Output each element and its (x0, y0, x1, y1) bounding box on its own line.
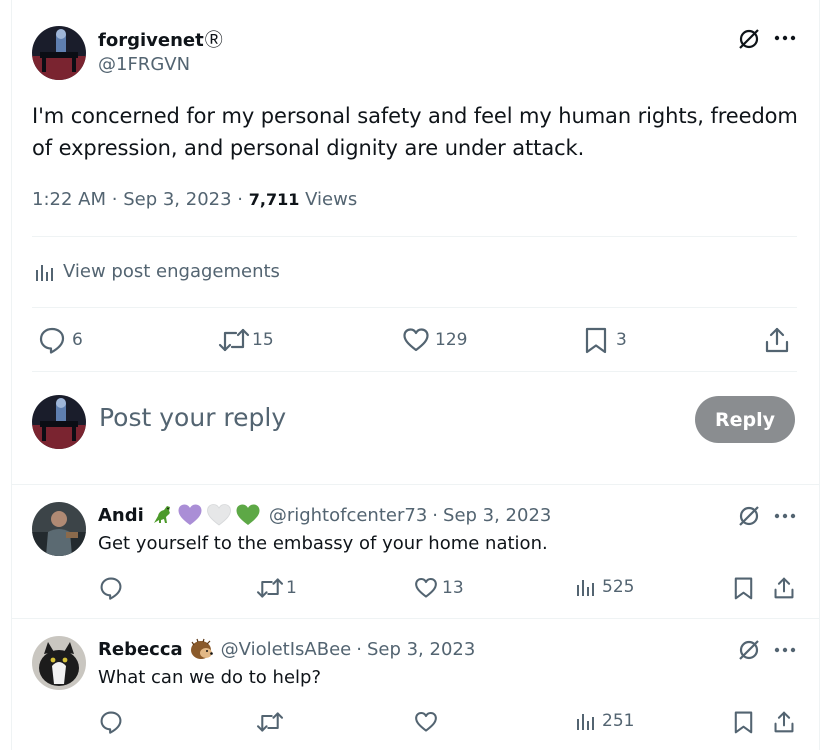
reply-button[interactable] (99, 710, 123, 734)
analytics-icon (575, 577, 595, 597)
more-icon[interactable] (774, 34, 796, 42)
more-icon[interactable] (774, 646, 796, 654)
views-label: Views (305, 189, 358, 210)
post-meta: 1:22 AM · Sep 3, 2023 · 7,711 Views (32, 189, 358, 210)
analytics-button[interactable]: 251 (575, 711, 634, 731)
reply-icon (99, 576, 123, 600)
grok-icon[interactable] (737, 504, 761, 528)
reply-input[interactable]: Post your reply (99, 403, 286, 432)
reply-author-handle[interactable]: @rightofcenter73 (269, 505, 427, 526)
bookmark-icon[interactable] (733, 576, 754, 600)
divider (11, 618, 819, 619)
purple-heart-icon (177, 503, 203, 527)
bookmark-icon (584, 326, 608, 354)
white-heart-icon (206, 503, 232, 527)
bookmark-button[interactable]: 3 (584, 326, 627, 354)
reply-button[interactable] (99, 576, 123, 600)
author-avatar[interactable] (32, 26, 86, 80)
view-engagements-link[interactable]: View post engagements (34, 261, 280, 282)
post-date[interactable]: Sep 3, 2023 (123, 189, 231, 210)
analytics-icon (34, 262, 54, 282)
rebecca-avatar[interactable] (32, 636, 86, 690)
reply-author-handle[interactable]: @VioletIsABee (221, 639, 352, 660)
share-icon[interactable] (773, 710, 795, 734)
hedgehog-icon (189, 637, 215, 661)
divider (32, 236, 797, 237)
views-count: 7,711 (248, 190, 300, 209)
divider (11, 484, 819, 485)
divider (32, 371, 797, 372)
reply-submit-button[interactable]: Reply (695, 396, 795, 443)
reply-header: Rebecca @VioletIsABee · Sep 3, 2023 (98, 637, 476, 661)
more-icon[interactable] (774, 512, 796, 520)
reply-date[interactable]: Sep 3, 2023 (367, 639, 475, 660)
reply-text: What can we do to help? (98, 667, 322, 688)
like-icon (402, 326, 430, 354)
user-avatar[interactable] (32, 395, 86, 449)
green-heart-icon (235, 503, 261, 527)
reply-author-name[interactable]: Rebecca (98, 639, 183, 660)
grok-icon[interactable] (737, 27, 761, 51)
like-button[interactable]: 13 (414, 576, 464, 600)
reply-text: Get yourself to the embassy of your home… (98, 533, 548, 554)
repost-icon (218, 326, 250, 354)
divider (32, 307, 797, 308)
like-icon (414, 710, 438, 734)
like-icon (414, 576, 438, 600)
like-button[interactable] (414, 710, 438, 734)
reply-icon (99, 710, 123, 734)
repost-button[interactable]: 1 (256, 576, 297, 600)
bookmark-icon[interactable] (733, 710, 754, 734)
analytics-button[interactable]: 525 (575, 577, 634, 597)
repost-button[interactable] (256, 710, 284, 734)
grok-icon[interactable] (737, 638, 761, 662)
author-handle[interactable]: @1FRGVN (98, 54, 190, 75)
dinosaur-icon (150, 503, 174, 527)
share-icon[interactable] (773, 576, 795, 600)
post-time[interactable]: 1:22 AM (32, 189, 106, 210)
andi-avatar[interactable] (32, 502, 86, 556)
like-button[interactable]: 129 (402, 326, 467, 354)
registered-badge: Ⓡ (204, 30, 223, 51)
reply-icon (38, 326, 66, 354)
reply-date[interactable]: Sep 3, 2023 (443, 505, 551, 526)
repost-icon (256, 576, 284, 600)
reply-button[interactable]: 6 (38, 326, 83, 354)
analytics-icon (575, 711, 595, 731)
repost-icon (256, 710, 284, 734)
post-text: I'm concerned for my personal safety and… (32, 104, 798, 160)
reply-author-name[interactable]: Andi (98, 505, 144, 526)
share-icon[interactable] (764, 326, 790, 354)
repost-button[interactable]: 15 (218, 326, 274, 354)
author-name[interactable]: forgivenetⓇ (98, 26, 223, 52)
reply-header: Andi @rightofcenter73 · Sep 3, 2023 (98, 503, 552, 527)
